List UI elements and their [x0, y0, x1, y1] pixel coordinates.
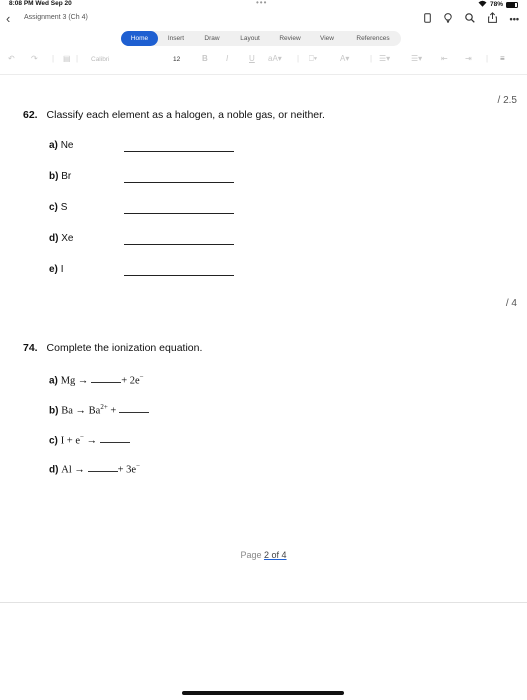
- clipboard-icon[interactable]: ▤: [63, 54, 71, 63]
- document-title: Assignment 3 (Ch 4): [24, 14, 88, 21]
- bullets-icon[interactable]: ☰▾: [379, 54, 390, 63]
- q62-item-c: c) S: [49, 202, 68, 213]
- undo-icon[interactable]: ↶: [8, 54, 15, 63]
- tab-view[interactable]: View: [313, 31, 341, 46]
- q74-heading: 74. Complete the ionization equation.: [23, 342, 202, 354]
- redo-icon[interactable]: ↷: [31, 54, 38, 63]
- page-number-total: 4: [281, 550, 287, 560]
- q74-item-d: d) Al → + 3e−: [49, 462, 141, 476]
- underline-icon[interactable]: U: [249, 54, 255, 63]
- q62-heading: 62. Classify each element as a halogen, …: [23, 109, 325, 121]
- q62-number: 62.: [23, 109, 38, 121]
- battery-status: 78%: [478, 0, 518, 9]
- lightbulb-icon[interactable]: [443, 12, 452, 26]
- q62-answer-c[interactable]: [124, 213, 234, 214]
- divider: |: [52, 54, 55, 63]
- divider: |: [76, 54, 79, 63]
- search-icon[interactable]: [464, 12, 475, 26]
- q74-item-c: c) I + e− →: [49, 433, 130, 446]
- q74-number: 74.: [23, 342, 38, 354]
- font-size-field[interactable]: 12: [173, 56, 180, 63]
- top-actions: •••: [423, 12, 519, 26]
- tab-home[interactable]: Home: [121, 31, 158, 46]
- divider: |: [486, 54, 489, 63]
- q74-answer-b[interactable]: [119, 404, 150, 414]
- outdent-icon[interactable]: ⇤: [441, 54, 448, 63]
- tab-insert[interactable]: Insert: [161, 31, 191, 46]
- tab-layout[interactable]: Layout: [233, 31, 267, 46]
- status-time: 8:08 PM Wed Sep 20: [9, 0, 72, 7]
- tab-review[interactable]: Review: [273, 31, 307, 46]
- page-footer: Page 2 of 4: [240, 550, 287, 560]
- font-color-icon[interactable]: A▾: [340, 54, 349, 63]
- font-name-field[interactable]: Calibri: [91, 56, 109, 63]
- title-bar: ‹ Assignment 3 (Ch 4) •••: [0, 10, 527, 28]
- battery-percent: 78%: [489, 1, 503, 8]
- back-chevron-icon[interactable]: ‹: [6, 11, 10, 26]
- divider: |: [297, 54, 300, 63]
- q74-item-b: b) Ba → Ba2+ +: [49, 403, 150, 416]
- battery-icon: [506, 1, 518, 8]
- multitasking-dots-icon[interactable]: •••: [256, 0, 267, 7]
- page-break: [0, 602, 527, 603]
- bold-icon[interactable]: B: [202, 54, 208, 63]
- indent-icon[interactable]: ⇥: [465, 54, 472, 63]
- q62-item-b: b) Br: [49, 171, 72, 182]
- divider: |: [370, 54, 373, 63]
- home-indicator[interactable]: [182, 691, 344, 695]
- q62-item-e: e) I: [49, 264, 64, 275]
- q62-answer-b[interactable]: [124, 182, 234, 183]
- highlight-icon[interactable]: ⎕▾: [309, 54, 317, 64]
- tab-draw[interactable]: Draw: [198, 31, 226, 46]
- paragraph-settings-icon[interactable]: ≡: [500, 54, 505, 63]
- device-mode-icon[interactable]: [423, 12, 431, 26]
- numbering-icon[interactable]: ☰▾: [411, 54, 422, 63]
- q62-answer-d[interactable]: [124, 244, 234, 245]
- q62-score: / 2.5: [497, 95, 517, 106]
- q74-score: / 4: [505, 298, 517, 309]
- more-options-icon[interactable]: •••: [510, 14, 519, 24]
- status-bar: 8:08 PM Wed Sep 20 ••• 78%: [0, 0, 527, 10]
- ribbon-tabs: Home Insert Draw Layout Review View Refe…: [121, 31, 401, 46]
- font-case-icon[interactable]: aA▾: [268, 54, 282, 63]
- q62-answer-a[interactable]: [124, 151, 234, 152]
- tab-references[interactable]: References: [347, 31, 399, 46]
- q74-item-a: a) Mg → + 2e−: [49, 373, 144, 387]
- q62-item-d: d) Xe: [49, 233, 74, 244]
- q62-answer-e[interactable]: [124, 275, 234, 276]
- wifi-icon: [478, 0, 487, 9]
- toolbar-divider: [0, 74, 527, 75]
- q62-item-a: a) Ne: [49, 140, 74, 151]
- format-toolbar: ↶ ↷ | ▤ | Calibri 12 B I U aA▾ | ⎕▾ A▾ |…: [0, 52, 527, 68]
- q74-answer-d[interactable]: [87, 463, 118, 473]
- q62-prompt: Classify each element as a halogen, a no…: [46, 109, 325, 121]
- share-icon[interactable]: [487, 12, 497, 26]
- italic-icon[interactable]: I: [226, 54, 228, 63]
- q74-answer-a[interactable]: [91, 374, 122, 384]
- q74-prompt: Complete the ionization equation.: [46, 342, 203, 354]
- q74-answer-c[interactable]: [99, 434, 130, 444]
